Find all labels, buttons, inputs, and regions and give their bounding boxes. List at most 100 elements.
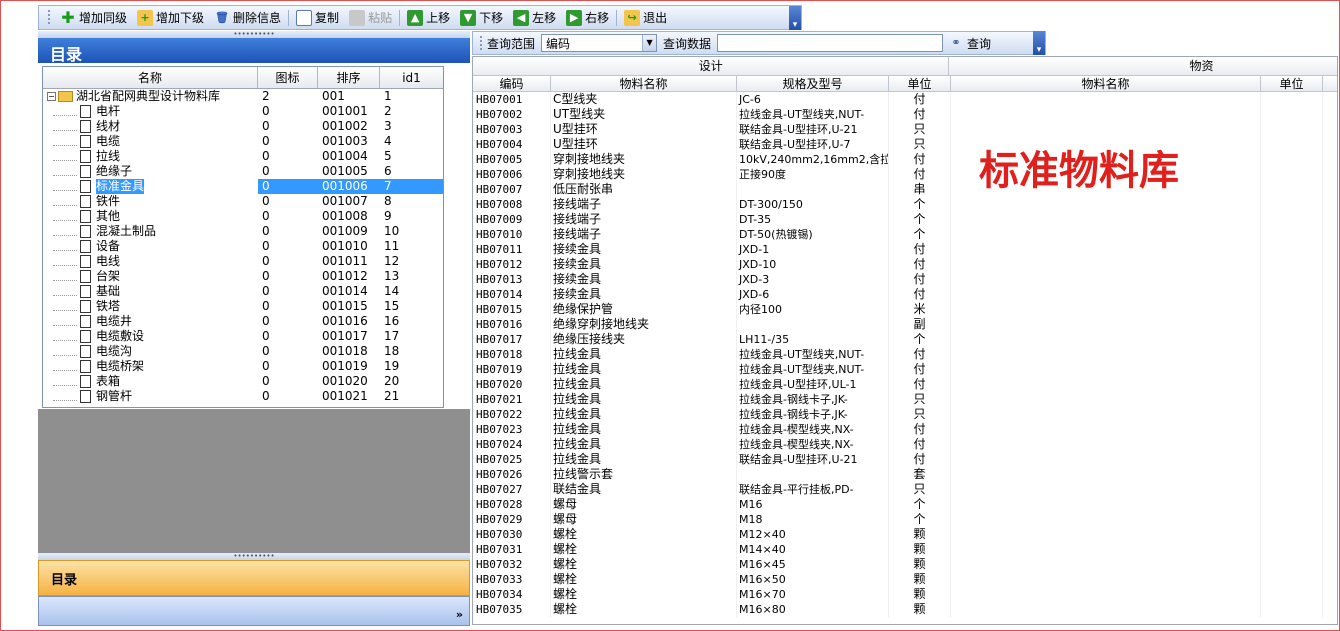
tree-node[interactable]: 电缆敷设 0 001017 17	[43, 329, 443, 344]
query-overflow-chevron-icon[interactable]: ▾	[1033, 31, 1045, 55]
catalog-tree[interactable]: 名称 图标 排序 id1 − 湖北省配网典型设计物料库 2 001 1 电杆 0 00…	[42, 66, 444, 408]
move-right-button[interactable]: ▶ 右移	[561, 7, 614, 29]
tree-node[interactable]: 设备 0 001010 11	[43, 239, 443, 254]
tree-node[interactable]: 表箱 0 001020 20	[43, 374, 443, 389]
table-row[interactable]: HB07016 绝缘穿刺接地线夹 副	[473, 317, 1337, 332]
tree-node[interactable]: 台架 0 001012 13	[43, 269, 443, 284]
cell-spec: 正接90度	[737, 167, 889, 182]
tree-node[interactable]: 其他 0 001008 9	[43, 209, 443, 224]
table-row[interactable]: HB07029 螺母 M18 个	[473, 512, 1337, 527]
query-range-select[interactable]: 编码 ▼	[541, 34, 658, 52]
table-row[interactable]: HB07030 螺栓 M12×40 颗	[473, 527, 1337, 542]
table-row[interactable]: HB07012 接续金具 JXD-10 付	[473, 257, 1337, 272]
table-row[interactable]: HB07033 螺栓 M16×50 颗	[473, 572, 1337, 587]
col-spec[interactable]: 规格及型号	[737, 76, 889, 91]
table-row[interactable]: HB07034 螺栓 M16×70 颗	[473, 587, 1337, 602]
expand-chevron-icon[interactable]: »	[456, 608, 463, 621]
tree-node[interactable]: 基础 0 001014 14	[43, 284, 443, 299]
tree-node[interactable]: 钢管杆 0 001021 21	[43, 389, 443, 404]
table-row[interactable]: HB07011 接续金具 JXD-1 付	[473, 242, 1337, 257]
table-row[interactable]: HB07014 接续金具 JXD-6 付	[473, 287, 1337, 302]
table-row[interactable]: HB07019 拉线金具 拉线金具-UT型线夹,NUT- 付	[473, 362, 1337, 377]
tree-node[interactable]: 拉线 0 001004 5	[43, 149, 443, 164]
table-row[interactable]: HB07001 C型线夹 JC-6 付	[473, 92, 1337, 107]
table-row[interactable]: HB07031 螺栓 M14×40 颗	[473, 542, 1337, 557]
query-data-input[interactable]	[717, 34, 944, 52]
col-name[interactable]: 物料名称	[551, 76, 737, 91]
tree-col-name[interactable]: 名称	[43, 67, 258, 88]
cell-code: HB07008	[473, 197, 551, 212]
tree-col-icon[interactable]: 图标	[258, 67, 318, 88]
material-grid[interactable]: 设计 物资 编码 物料名称 规格及型号 单位 物料名称 单位 HB07001 C型…	[472, 56, 1338, 625]
table-row[interactable]: HB07028 螺母 M16 个	[473, 497, 1337, 512]
tree-node[interactable]: 铁塔 0 001015 15	[43, 299, 443, 314]
table-row[interactable]: HB07018 拉线金具 拉线金具-UT型线夹,NUT- 付	[473, 347, 1337, 362]
tree-node[interactable]: 混凝土制品 0 001009 10	[43, 224, 443, 239]
tree-node-icon-value: 0	[262, 239, 270, 253]
table-row[interactable]: HB07008 接线端子 DT-300/150 个	[473, 197, 1337, 212]
table-row[interactable]: HB07003 U型挂环 联结金具-U型挂环,U-21 只	[473, 122, 1337, 137]
tree-node[interactable]: 电缆桥架 0 001019 19	[43, 359, 443, 374]
cell-material-name	[951, 242, 1261, 257]
tree-node-icon-value: 0	[262, 389, 270, 403]
tree-node[interactable]: 电缆沟 0 001018 18	[43, 344, 443, 359]
copy-button[interactable]: 复制	[291, 7, 344, 29]
add-child-button[interactable]: + 增加下级	[132, 7, 209, 29]
cell-code: HB07017	[473, 332, 551, 347]
table-row[interactable]: HB07021 拉线金具 拉线金具-钢线卡子,JK- 只	[473, 392, 1337, 407]
table-row[interactable]: HB07022 拉线金具 拉线金具-钢线卡子,JK- 只	[473, 407, 1337, 422]
tree-node[interactable]: 电缆井 0 001016 16	[43, 314, 443, 329]
col-code[interactable]: 编码	[473, 76, 551, 91]
tree-node[interactable]: 标准金具 0 001006 7	[43, 179, 443, 194]
tree-node[interactable]: 铁件 0 001007 8	[43, 194, 443, 209]
collapse-toggle-icon[interactable]: −	[47, 92, 56, 101]
table-row[interactable]: HB07002 UT型线夹 拉线金具-UT型线夹,NUT- 付	[473, 107, 1337, 122]
table-row[interactable]: HB07023 拉线金具 拉线金具-楔型线夹,NX- 付	[473, 422, 1337, 437]
table-row[interactable]: HB07017 绝缘压接线夹 LH11-/35 个	[473, 332, 1337, 347]
table-row[interactable]: HB07020 拉线金具 拉线金具-U型挂环,UL-1 付	[473, 377, 1337, 392]
delete-button[interactable]: 🗑 删除信息	[209, 7, 286, 29]
cell-material-name	[951, 392, 1261, 407]
table-row[interactable]: HB07026 拉线警示套 套	[473, 467, 1337, 482]
bottom-splitter[interactable]: ••••••••••	[38, 553, 470, 560]
tree-col-order[interactable]: 排序	[318, 67, 380, 88]
table-row[interactable]: HB07032 螺栓 M16×45 颗	[473, 557, 1337, 572]
table-row[interactable]: HB07010 接线端子 DT-50(热镀锡) 个	[473, 227, 1337, 242]
move-left-button[interactable]: ◀ 左移	[508, 7, 561, 29]
tree-node[interactable]: 电缆 0 001003 4	[43, 134, 443, 149]
col-material-name[interactable]: 物料名称	[951, 76, 1261, 91]
table-row[interactable]: HB07004 U型挂环 联结金具-U型挂环,U-7 只	[473, 137, 1337, 152]
table-row[interactable]: HB07025 拉线金具 联结金具-U型挂环,U-21 付	[473, 452, 1337, 467]
toolbar-grip[interactable]	[47, 9, 51, 26]
nav-catalog-button[interactable]: 目录	[38, 560, 470, 596]
table-row[interactable]: HB07027 联结金具 联结金具-平行挂板,PD- 只	[473, 482, 1337, 497]
add-sibling-button[interactable]: ✚ 增加同级	[55, 7, 132, 29]
table-row[interactable]: HB07035 螺栓 M16×80 颗	[473, 602, 1337, 617]
col-unit[interactable]: 单位	[889, 76, 951, 91]
top-splitter[interactable]: ••••••••••	[38, 31, 470, 38]
query-bar-grip[interactable]	[479, 34, 483, 52]
move-up-button[interactable]: ▲ 上移	[402, 7, 455, 29]
col-material-unit[interactable]: 单位	[1261, 76, 1323, 91]
table-row[interactable]: HB07015 绝缘保护管 内径100 米	[473, 302, 1337, 317]
table-row[interactable]: HB07005 穿刺接地线夹 10kV,240mm2,16mm2,含拉付	[473, 152, 1337, 167]
exit-button[interactable]: ↪ 退出	[619, 7, 672, 29]
table-row[interactable]: HB07024 拉线金具 拉线金具-楔型线夹,NX- 付	[473, 437, 1337, 452]
tree-node[interactable]: 电杆 0 001001 2	[43, 104, 443, 119]
table-row[interactable]: HB07007 低压耐张串 串	[473, 182, 1337, 197]
tree-root-node[interactable]: − 湖北省配网典型设计物料库 2 001 1	[43, 89, 443, 104]
toolbar-overflow-chevron-icon[interactable]: ▾	[789, 5, 801, 30]
paste-button[interactable]: 粘贴	[344, 7, 397, 29]
dropdown-arrow-icon[interactable]: ▼	[642, 35, 657, 51]
tree-node[interactable]: 绝缘子 0 001005 6	[43, 164, 443, 179]
table-row[interactable]: HB07006 穿刺接地线夹 正接90度付	[473, 167, 1337, 182]
tree-node[interactable]: 电线 0 001011 12	[43, 254, 443, 269]
tree-node[interactable]: 线材 0 001002 3	[43, 119, 443, 134]
table-row[interactable]: HB07013 接续金具 JXD-3 付	[473, 272, 1337, 287]
tree-node-order: 001021	[322, 389, 368, 403]
cell-unit: 个	[889, 332, 951, 347]
search-button[interactable]: ⚭ 查询	[943, 32, 996, 54]
tree-col-id[interactable]: id1	[380, 67, 443, 88]
move-down-button[interactable]: ▼ 下移	[455, 7, 508, 29]
table-row[interactable]: HB07009 接线端子 DT-35 个	[473, 212, 1337, 227]
